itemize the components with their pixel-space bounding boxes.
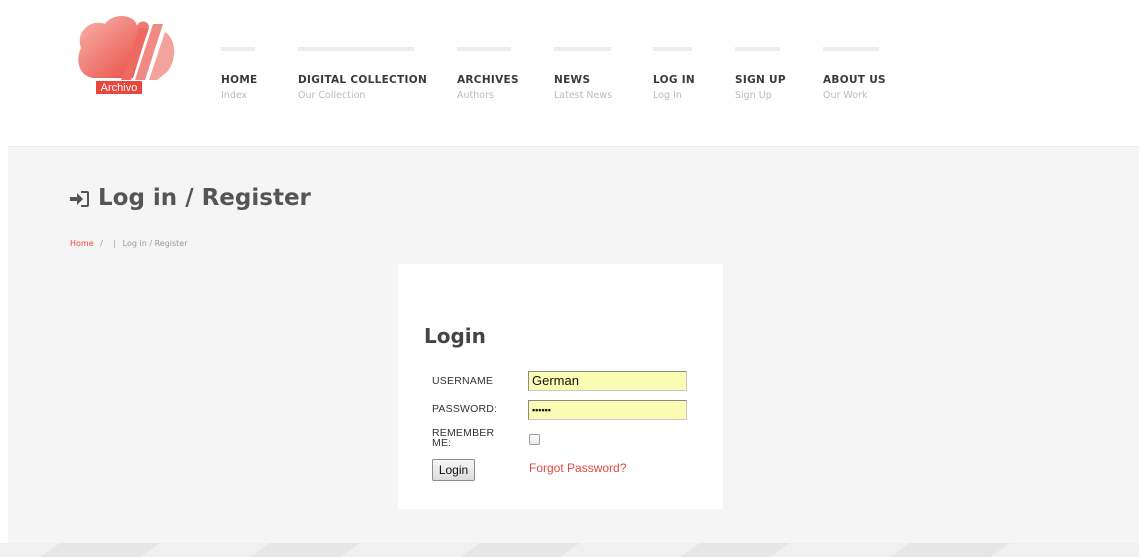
nav-item-log-in[interactable]: LOG IN Log In — [653, 47, 696, 103]
nav-item-digital-collection[interactable]: DIGITAL COLLECTION Our Collection — [298, 47, 428, 103]
username-input[interactable]: German — [528, 371, 687, 391]
login-heading: Login — [424, 324, 486, 348]
nav-title: ARCHIVES — [457, 74, 519, 86]
footer-pattern-icon — [40, 543, 1010, 557]
breadcrumb-separator: / — [100, 239, 103, 248]
nav-title: SIGN UP — [735, 74, 786, 86]
site-header: Archivo HOME Index DIGITAL COLLECTION Ou… — [0, 0, 1139, 146]
nav-bar — [221, 47, 255, 51]
nav-bar — [457, 47, 511, 51]
login-card: Login USERNAME German PASSWORD: •••••• R… — [398, 264, 723, 509]
nav-title: LOG IN — [653, 74, 696, 86]
nav-subtitle: Authors — [457, 90, 494, 101]
login-button[interactable]: Login — [432, 459, 475, 481]
password-label: PASSWORD: — [432, 403, 498, 415]
remember-me-label: REMEMBER ME: — [432, 427, 495, 449]
nav-subtitle: Our Work — [823, 90, 868, 101]
nav-item-archives[interactable]: ARCHIVES Authors — [457, 47, 519, 103]
archivo-logo[interactable]: Archivo — [73, 14, 177, 98]
nav-title: HOME — [221, 74, 258, 86]
password-input[interactable]: •••••• — [528, 400, 687, 420]
nav-bar — [823, 47, 879, 51]
page-title-text: Log in / Register — [98, 185, 311, 211]
nav-item-news[interactable]: NEWS Latest News — [554, 47, 613, 103]
username-label: USERNAME — [432, 375, 494, 387]
nav-subtitle: Latest News — [554, 90, 613, 101]
remember-me-checkbox[interactable] — [529, 434, 540, 445]
nav-bar — [735, 47, 780, 51]
breadcrumb-current: Log in / Register — [122, 239, 188, 248]
sign-in-icon — [70, 186, 90, 216]
nav-bar — [653, 47, 692, 51]
nav-title: DIGITAL COLLECTION — [298, 74, 428, 86]
breadcrumb: Home / | Log in / Register — [70, 239, 188, 248]
logo-label: Archivo — [95, 80, 143, 95]
nav-item-sign-up[interactable]: SIGN UP Sign Up — [735, 47, 786, 103]
page-title: Log in / Register — [70, 183, 311, 216]
forgot-password-link[interactable]: Forgot Password? — [529, 461, 626, 475]
nav-subtitle: Index — [221, 90, 248, 101]
nav-subtitle: Our Collection — [298, 90, 366, 101]
nav-item-home[interactable]: HOME Index — [221, 47, 258, 103]
nav-item-about-us[interactable]: ABOUT US Our Work — [823, 47, 886, 103]
nav-bar — [554, 47, 611, 51]
nav-subtitle: Log In — [653, 90, 682, 101]
nav-subtitle: Sign Up — [735, 90, 772, 101]
nav-bar — [298, 47, 414, 51]
breadcrumb-home-link[interactable]: Home — [70, 239, 94, 248]
breadcrumb-pipe: | — [113, 239, 117, 248]
nav-title: NEWS — [554, 74, 591, 86]
footer-strip — [0, 543, 1139, 557]
nav-title: ABOUT US — [823, 74, 886, 86]
